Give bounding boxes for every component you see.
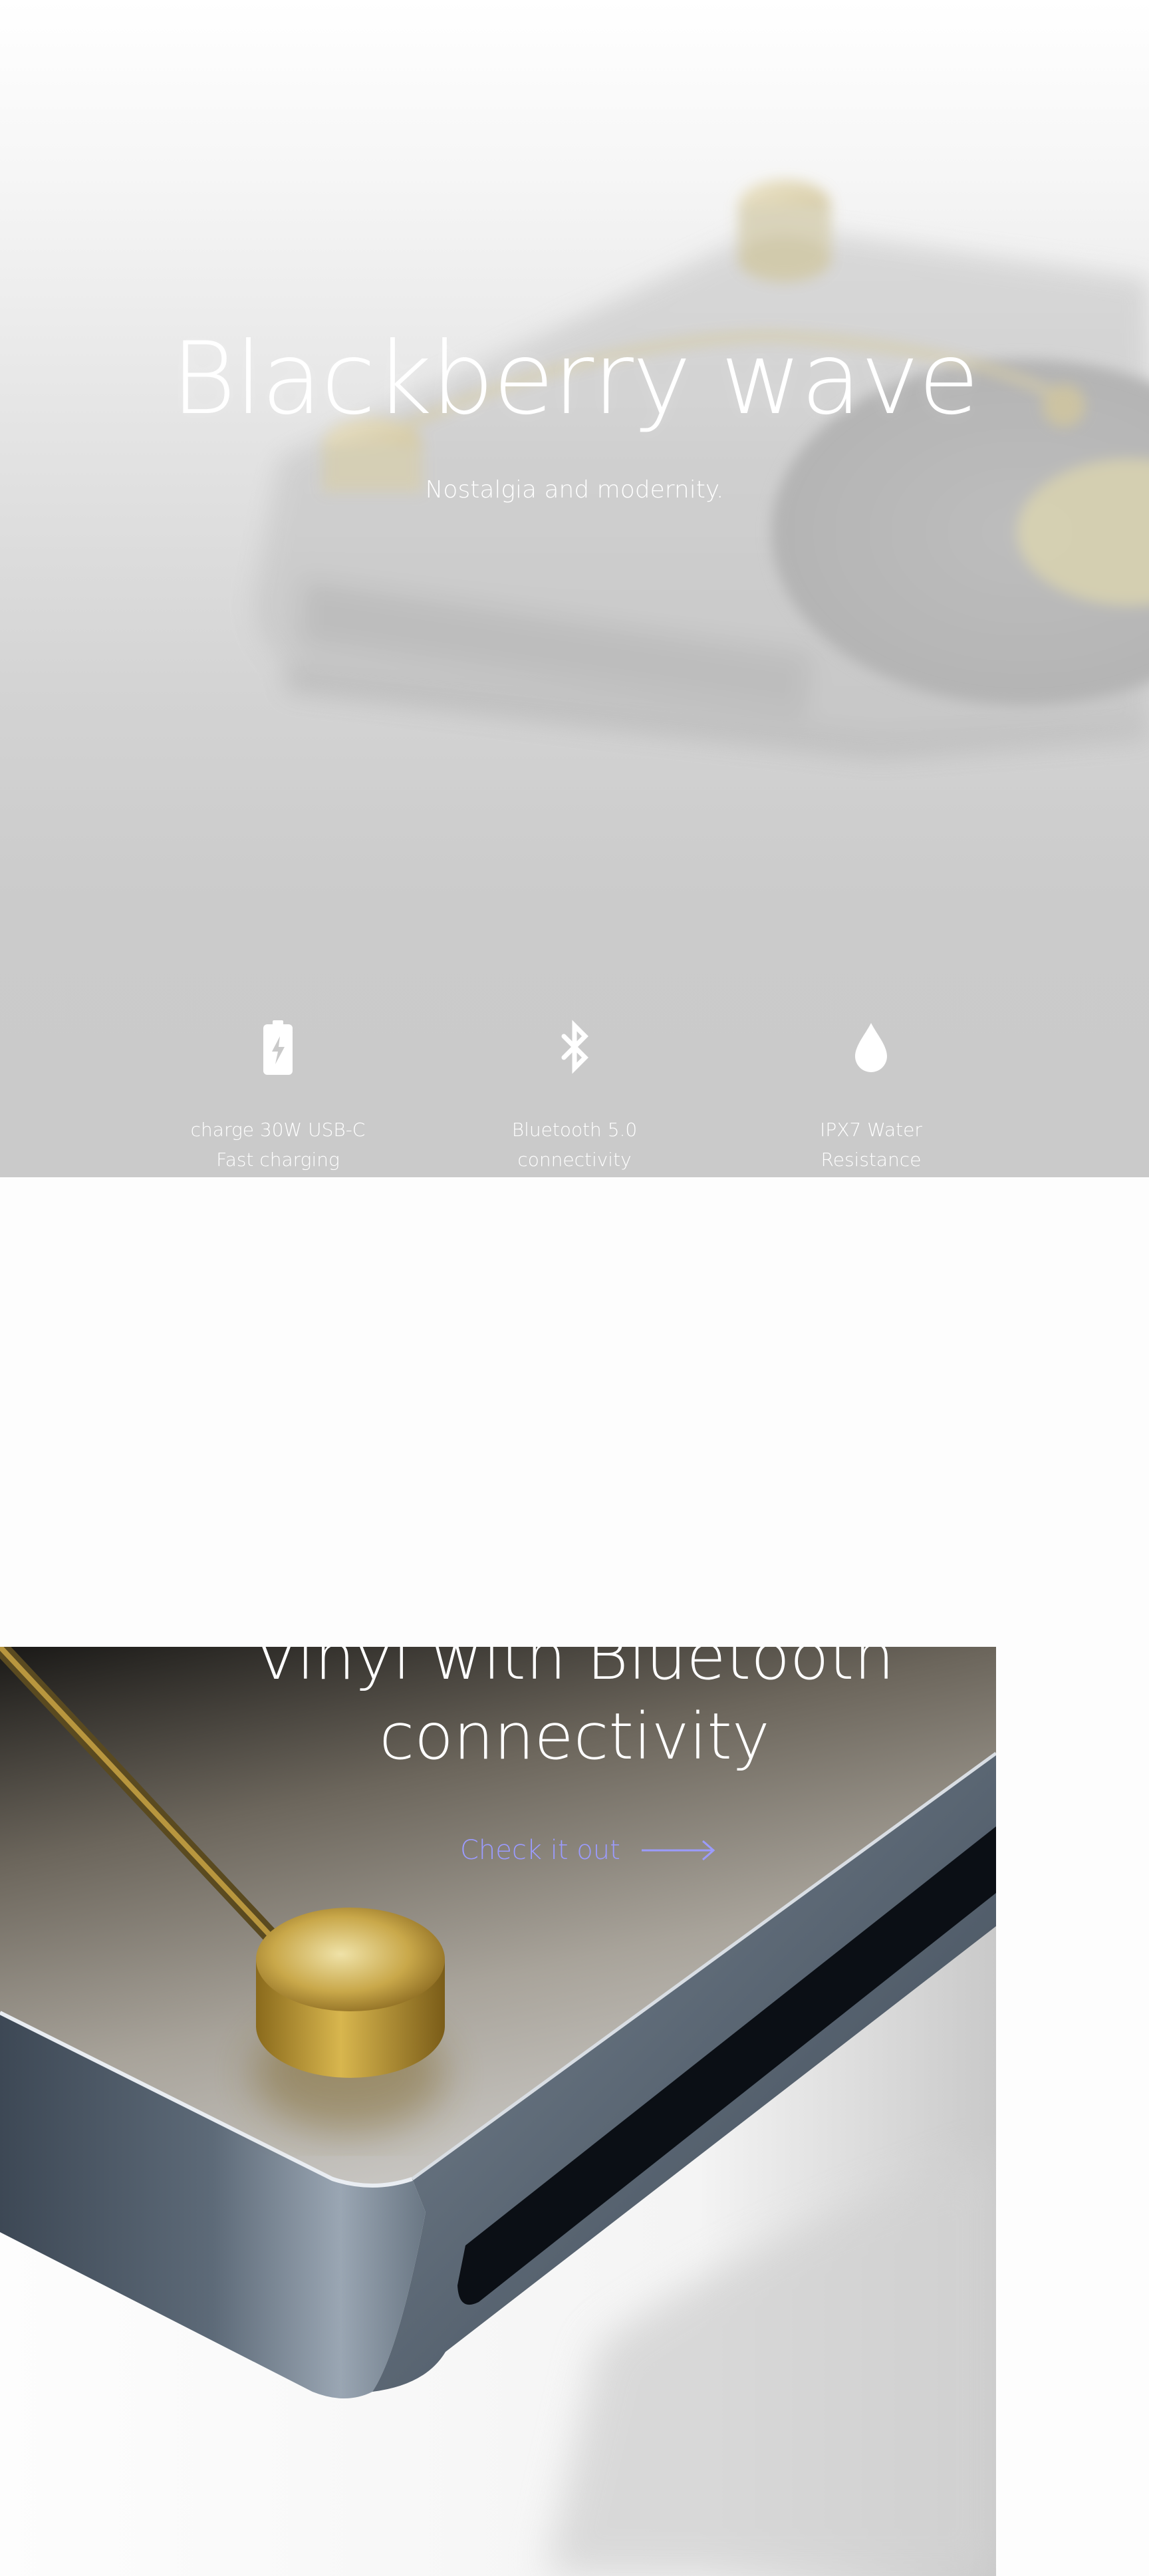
feature-item-charging: charge 30W USB-C Fast charging bbox=[158, 1018, 398, 1175]
promo-title-line: connectivity bbox=[379, 1699, 770, 1774]
bluetooth-icon bbox=[561, 1020, 588, 1074]
page-title: Blackberry wave bbox=[170, 321, 979, 437]
promo-section: Vinyl with Bluetooth connectivity Check … bbox=[0, 1647, 996, 2576]
feature-line: connectivity bbox=[517, 1149, 632, 1171]
feature-item-water: IPX7 Water Resistance bbox=[751, 1018, 991, 1175]
turntable-closeup-image bbox=[0, 1647, 996, 2576]
feature-line: charge 30W USB-C bbox=[190, 1119, 366, 1141]
check-it-out-link[interactable]: Check it out bbox=[460, 1832, 717, 1869]
water-drop-icon bbox=[855, 1023, 887, 1072]
feature-text-charging: charge 30W USB-C Fast charging bbox=[158, 1115, 398, 1175]
feature-line: Fast charging bbox=[216, 1149, 340, 1171]
feature-line: Bluetooth 5.0 bbox=[511, 1119, 638, 1141]
hero-section: Blackberry wave Nostalgia and modernity.… bbox=[0, 0, 1149, 1177]
promo-title: Vinyl with Bluetooth connectivity bbox=[0, 1647, 996, 1777]
cta-label: Check it out bbox=[460, 1835, 620, 1866]
feature-text-water: IPX7 Water Resistance bbox=[751, 1115, 991, 1175]
feature-item-bluetooth: Bluetooth 5.0 connectivity bbox=[455, 1018, 694, 1175]
hero-subtitle: Nostalgia and modernity. bbox=[425, 476, 724, 503]
arrow-right-icon bbox=[641, 1840, 715, 1861]
battery-charging-icon bbox=[263, 1020, 293, 1075]
feature-line: Resistance bbox=[821, 1149, 922, 1171]
promo-title-line: Vinyl with Bluetooth bbox=[254, 1647, 895, 1694]
feature-line: IPX7 Water bbox=[820, 1119, 922, 1141]
turntable-hero-image bbox=[253, 180, 1149, 758]
feature-list: charge 30W USB-C Fast charging Bluetooth… bbox=[0, 1018, 1149, 1177]
feature-text-bluetooth: Bluetooth 5.0 connectivity bbox=[455, 1115, 694, 1175]
